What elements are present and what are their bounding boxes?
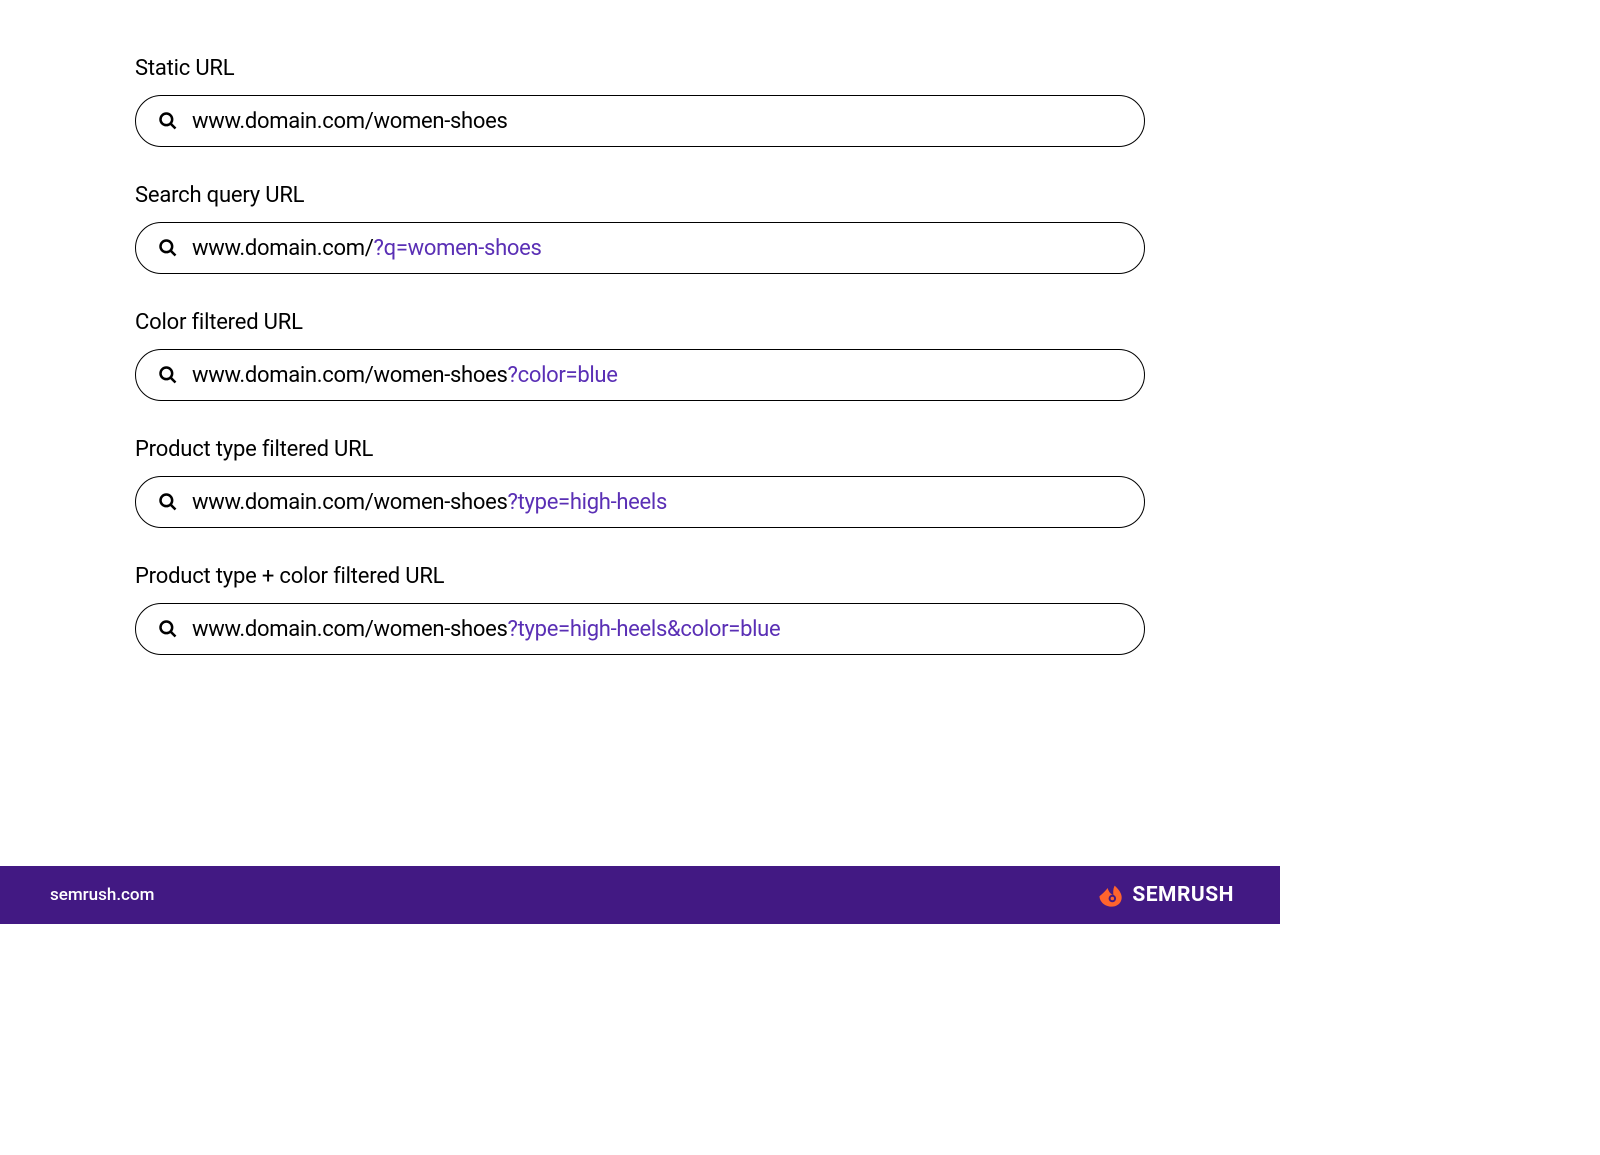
url-example-block: Static URL www.domain.com/women-shoes bbox=[135, 56, 1145, 147]
footer: semrush.com SEMRUSH bbox=[0, 866, 1280, 924]
url-param: ?type=high-heels&color=blue bbox=[508, 617, 781, 642]
url-base: www.domain.com/women-shoes bbox=[192, 617, 508, 642]
url-example-block: Color filtered URL www.domain.com/women-… bbox=[135, 310, 1145, 401]
url-example-block: Product type + color filtered URL www.do… bbox=[135, 564, 1145, 655]
url-bar: www.domain.com/women-shoes?type=high-hee… bbox=[135, 603, 1145, 655]
url-text: www.domain.com/women-shoes?type=high-hee… bbox=[192, 617, 780, 642]
url-param: ?q=women-shoes bbox=[374, 236, 542, 261]
url-bar: www.domain.com/women-shoes bbox=[135, 95, 1145, 147]
footer-brand: SEMRUSH bbox=[1096, 881, 1234, 909]
search-icon bbox=[158, 492, 178, 512]
search-icon bbox=[158, 111, 178, 131]
url-param: ?color=blue bbox=[508, 363, 618, 388]
flame-icon bbox=[1096, 881, 1124, 909]
url-text: www.domain.com/women-shoes?type=high-hee… bbox=[192, 490, 667, 515]
url-base: www.domain.com/women-shoes bbox=[192, 109, 508, 134]
url-bar: www.domain.com/?q=women-shoes bbox=[135, 222, 1145, 274]
url-bar: www.domain.com/women-shoes?type=high-hee… bbox=[135, 476, 1145, 528]
url-label: Static URL bbox=[135, 56, 1145, 81]
footer-url: semrush.com bbox=[50, 885, 154, 905]
url-param: ?type=high-heels bbox=[508, 490, 667, 515]
url-label: Color filtered URL bbox=[135, 310, 1145, 335]
url-example-block: Search query URL www.domain.com/?q=women… bbox=[135, 183, 1145, 274]
url-bar: www.domain.com/women-shoes?color=blue bbox=[135, 349, 1145, 401]
url-base: www.domain.com/ bbox=[192, 236, 374, 261]
search-icon bbox=[158, 365, 178, 385]
url-base: www.domain.com/women-shoes bbox=[192, 490, 508, 515]
url-text: www.domain.com/women-shoes?color=blue bbox=[192, 363, 618, 388]
url-example-block: Product type filtered URL www.domain.com… bbox=[135, 437, 1145, 528]
brand-name: SEMRUSH bbox=[1132, 883, 1234, 907]
url-base: www.domain.com/women-shoes bbox=[192, 363, 508, 388]
url-label: Product type + color filtered URL bbox=[135, 564, 1145, 589]
url-examples-container: Static URL www.domain.com/women-shoes Se… bbox=[0, 0, 1280, 866]
url-text: www.domain.com/women-shoes bbox=[192, 109, 508, 134]
search-icon bbox=[158, 238, 178, 258]
url-label: Product type filtered URL bbox=[135, 437, 1145, 462]
url-label: Search query URL bbox=[135, 183, 1145, 208]
url-text: www.domain.com/?q=women-shoes bbox=[192, 236, 542, 261]
search-icon bbox=[158, 619, 178, 639]
